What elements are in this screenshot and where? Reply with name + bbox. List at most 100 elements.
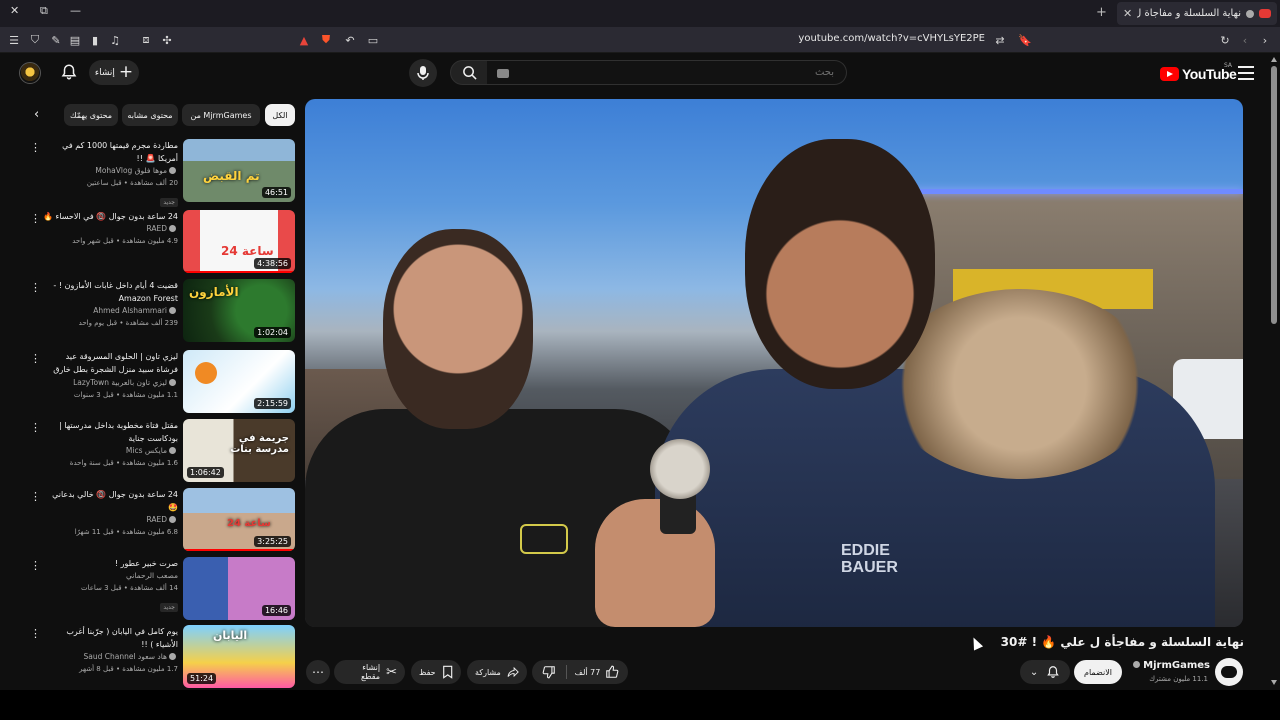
more-options-icon[interactable]: ⋮ xyxy=(30,353,41,364)
scroll-up-arrow[interactable] xyxy=(1271,57,1277,62)
minimize-window-icon[interactable]: — xyxy=(70,4,81,17)
voice-search-button[interactable] xyxy=(409,59,437,87)
more-options-icon[interactable]: ⋮ xyxy=(30,142,41,153)
music-icon[interactable]: ♫ xyxy=(107,32,123,48)
video-thumbnail[interactable]: 24 ساعة 3:25:25 xyxy=(183,488,295,551)
undo-icon[interactable]: ↶ xyxy=(342,32,358,48)
jacket-brand-text: EDDIE BAUER xyxy=(841,542,898,576)
search-icon xyxy=(462,66,477,80)
search-button[interactable] xyxy=(450,60,488,85)
chevron-left-icon[interactable]: ‹ xyxy=(34,107,39,122)
browser-tab[interactable]: نهاية السلسلة و مفاجأة ل علي 🔥 ! #30 ✕ xyxy=(1117,2,1277,25)
more-actions-icon[interactable]: ⋯ xyxy=(306,660,330,684)
bell-icon xyxy=(1047,666,1059,678)
video-title[interactable]: يوم كامل في اليابان ( جرّبنا أغرب الأشيا… xyxy=(42,625,178,651)
channel-name[interactable]: ليزي تاون بالعربية LazyTown xyxy=(42,377,178,389)
chip-from-channel[interactable]: من MjrmGames xyxy=(182,104,260,126)
channel-avatar[interactable] xyxy=(1215,658,1243,686)
video-thumbnail[interactable]: جريمة في مدرسة بنات 1:06:42 xyxy=(183,419,295,482)
video-thumbnail[interactable]: 24 ساعة 4:38:56 xyxy=(183,210,295,273)
pen-icon[interactable]: ✎ xyxy=(48,32,64,48)
video-thumbnail[interactable]: 16:46 xyxy=(183,557,295,620)
video-title[interactable]: مقتل فتاة مخطوبة بداخل مدرستها | بودكاست… xyxy=(42,419,178,445)
channel-name[interactable]: RAED xyxy=(42,514,178,526)
tabs-icon[interactable]: ▤ xyxy=(67,32,83,48)
save-button[interactable]: حفظ xyxy=(411,660,461,684)
list-item[interactable]: ⋮ مقتل فتاة مخطوبة بداخل مدرستها | بودكا… xyxy=(30,419,296,483)
sidebar-menu-icon[interactable]: ☰ xyxy=(6,32,22,48)
list-item[interactable]: ⋮ 24 ساعة بدون جوال 📵 خالي بدعاني 🤩 RAED… xyxy=(30,488,296,552)
more-options-icon[interactable]: ⋮ xyxy=(30,213,41,224)
dislike-button[interactable] xyxy=(532,660,566,684)
brave-shield-icon[interactable]: ⛊ xyxy=(318,32,334,48)
thumbnail-text: 24 ساعة xyxy=(221,244,274,258)
chip-for-you[interactable]: محتوى يهمّك xyxy=(64,104,118,126)
guide-menu-icon[interactable] xyxy=(1238,66,1254,80)
video-thumbnail[interactable]: اليابان 51:24 xyxy=(183,625,295,688)
more-options-icon[interactable]: ⋮ xyxy=(30,491,41,502)
more-options-icon[interactable]: ⋮ xyxy=(30,282,41,293)
more-options-icon[interactable]: ⋮ xyxy=(30,422,41,433)
video-player[interactable]: EDDIE BAUER xyxy=(305,99,1243,627)
sidebar-toggle-icon[interactable]: ▮ xyxy=(87,32,103,48)
list-item[interactable]: ⋮ قضيت 4 أيام داخل غابات الأمازون ! - Am… xyxy=(30,279,296,343)
list-item[interactable]: ⋮ صرت خبير عطور ! مصعب الرحماني 14 ألف م… xyxy=(30,557,296,621)
account-avatar[interactable] xyxy=(19,62,41,84)
create-button[interactable]: + إنشاء xyxy=(89,60,139,85)
notifications-bell-icon[interactable] xyxy=(60,63,78,81)
channel-name[interactable]: Ahmed Alshammari xyxy=(42,305,178,317)
video-title[interactable]: مطاردة مجرم قيمتها 1000 كم في أمريكا 🚨 !… xyxy=(42,139,178,165)
shield-icon[interactable]: ⛉ xyxy=(27,32,43,48)
channel-name[interactable]: مايكس Mics xyxy=(42,445,178,457)
channel-name[interactable]: هاد سعود Saud Channel xyxy=(42,651,178,663)
more-options-icon[interactable]: ⋮ xyxy=(30,560,41,571)
list-item[interactable]: ⋮ 24 ساعة بدون جوال 📵 في الاحساء 🔥 RAED … xyxy=(30,210,296,274)
video-title[interactable]: ليزي تاون | الحلوى المسروقة عيد فرشاة سب… xyxy=(42,350,178,377)
keyboard-icon[interactable] xyxy=(497,69,509,78)
share-button[interactable]: مشاركة xyxy=(467,660,527,684)
back-icon[interactable]: ‹ xyxy=(1237,32,1253,48)
video-title[interactable]: 24 ساعة بدون جوال 📵 خالي بدعاني 🤩 xyxy=(42,488,178,514)
chip-all[interactable]: الكل xyxy=(265,104,295,126)
list-item[interactable]: ⋮ يوم كامل في اليابان ( جرّبنا أغرب الأش… xyxy=(30,625,296,689)
channel-name[interactable]: مصعب الرحماني xyxy=(42,570,178,582)
like-button[interactable]: 77 ألف xyxy=(566,660,628,684)
video-meta: مقتل فتاة مخطوبة بداخل مدرستها | بودكاست… xyxy=(42,419,178,469)
bookmark-icon[interactable]: 🔖 xyxy=(1017,32,1033,48)
close-window-icon[interactable]: ✕ xyxy=(10,4,19,17)
screenshot-icon[interactable]: ⧈ xyxy=(138,32,154,48)
list-item[interactable]: ⋮ مطاردة مجرم قيمتها 1000 كم في أمريكا 🚨… xyxy=(30,139,296,207)
forward-icon[interactable]: › xyxy=(1257,32,1273,48)
reload-icon[interactable]: ↻ xyxy=(1217,32,1233,48)
new-tab-button[interactable]: + xyxy=(1096,5,1107,20)
tab-close-icon[interactable]: ✕ xyxy=(1123,7,1132,20)
chip-related[interactable]: محتوى مشابه xyxy=(122,104,178,126)
channel-name-link[interactable]: MjrmGames xyxy=(1126,660,1210,671)
restore-window-icon[interactable]: ⧉ xyxy=(40,4,48,18)
join-button[interactable]: الانضمام xyxy=(1074,660,1122,684)
list-item[interactable]: ⋮ ليزي تاون | الحلوى المسروقة عيد فرشاة … xyxy=(30,350,296,414)
thumbs-down-icon xyxy=(542,666,555,679)
video-thumbnail[interactable]: 2:15:59 xyxy=(183,350,295,413)
search-input[interactable]: بحث xyxy=(487,60,847,85)
video-title[interactable]: قضيت 4 أيام داخل غابات الأمازون ! - Amaz… xyxy=(42,279,178,305)
address-bar[interactable]: youtube.com/watch?v=cVHYLsYE2PE xyxy=(780,33,985,44)
scrollbar-thumb[interactable] xyxy=(1271,66,1277,324)
video-thumbnail[interactable]: تم القبض 46:51 xyxy=(183,139,295,202)
translate-icon[interactable]: ⇄ xyxy=(992,32,1008,48)
more-options-icon[interactable]: ⋮ xyxy=(30,628,41,639)
scroll-down-arrow[interactable] xyxy=(1271,680,1277,685)
channel-name[interactable]: موها فلوق MohaVlog xyxy=(42,165,178,177)
cast-icon[interactable]: ▭ xyxy=(365,32,381,48)
extensions-icon[interactable]: ✣ xyxy=(159,32,175,48)
video-meta: قضيت 4 أيام داخل غابات الأمازون ! - Amaz… xyxy=(42,279,178,329)
channel-name[interactable]: RAED xyxy=(42,223,178,235)
video-thumbnail[interactable]: الأمازون 1:02:04 xyxy=(183,279,295,342)
clip-button[interactable]: ✂ إنشاء مقطع xyxy=(334,660,405,684)
audio-playing-icon[interactable] xyxy=(1246,9,1254,18)
video-title[interactable]: صرت خبير عطور ! xyxy=(42,557,178,570)
clip-label: إنشاء مقطع xyxy=(360,663,381,681)
video-title[interactable]: 24 ساعة بدون جوال 📵 في الاحساء 🔥 xyxy=(42,210,178,223)
subscription-bell-button[interactable]: ⌄ xyxy=(1020,660,1070,684)
warning-icon[interactable]: ▲ xyxy=(296,32,312,48)
